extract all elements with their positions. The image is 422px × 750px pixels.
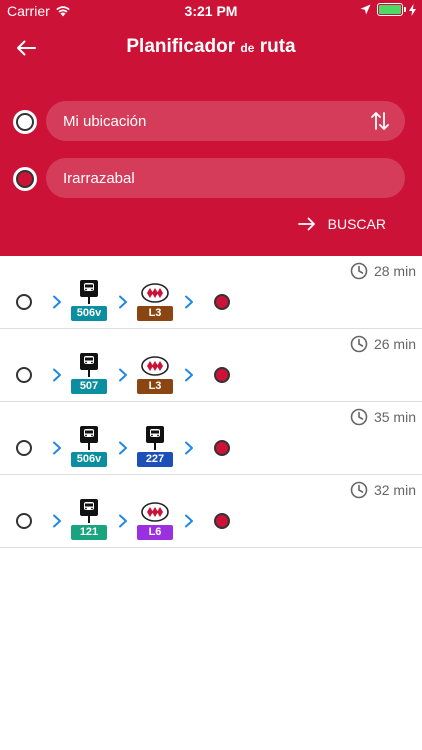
battery-icon [377, 3, 406, 16]
route-leg-bus: 227 [137, 426, 173, 468]
status-time: 3:21 PM [184, 3, 238, 19]
swap-icon[interactable] [369, 110, 391, 132]
route-row[interactable]: 32 min 121 L6 [0, 475, 422, 548]
route-leg-bus: 506v [71, 280, 107, 322]
search-button-label: BUSCAR [327, 216, 386, 232]
bus-icon [80, 280, 98, 304]
bus-icon [146, 426, 164, 450]
line-badge: L6 [137, 525, 173, 540]
route-destination-dot [214, 294, 230, 310]
title-part-1: Planificador [126, 36, 236, 57]
line-badge: L3 [137, 306, 173, 321]
route-leg-metro: L3 [137, 280, 173, 322]
clock-icon [350, 408, 368, 426]
location-arrow-icon [360, 4, 371, 15]
chevron-right-icon [119, 514, 127, 528]
route-origin-dot [16, 513, 32, 529]
title-part-3: ruta [259, 36, 296, 57]
route-leg-bus: 507 [71, 353, 107, 395]
chevron-right-icon [53, 295, 61, 309]
route-row[interactable]: 35 min 506v 227 [0, 402, 422, 475]
origin-input[interactable]: Mi ubicación [46, 101, 405, 141]
line-badge: 506v [71, 306, 107, 321]
route-leg-bus: 121 [71, 499, 107, 541]
route-leg-metro: L6 [137, 499, 173, 541]
duration-label: 35 min [373, 409, 416, 425]
metro-icon [141, 502, 169, 522]
duration-label: 26 min [373, 336, 416, 352]
route-results-list: 28 min 506v L3 26 min 507 L3 35 min 506v 227 32 m… [0, 256, 422, 548]
metro-icon [141, 283, 169, 303]
page-title: Planificador de ruta [0, 36, 422, 58]
route-duration: 35 min [350, 408, 416, 426]
route-origin-dot [16, 440, 32, 456]
chevron-right-icon [119, 295, 127, 309]
chevron-right-icon [119, 441, 127, 455]
route-row[interactable]: 26 min 507 L3 [0, 329, 422, 402]
route-destination-dot [214, 367, 230, 383]
chevron-right-icon [185, 514, 193, 528]
route-duration: 28 min [350, 262, 416, 280]
title-part-2: de [240, 41, 255, 55]
bus-icon [80, 426, 98, 450]
route-leg-bus: 506v [71, 426, 107, 468]
chevron-right-icon [53, 368, 61, 382]
clock-icon [350, 262, 368, 280]
clock-icon [350, 335, 368, 353]
bus-icon [80, 353, 98, 377]
origin-value: Mi ubicación [63, 112, 147, 130]
header: Carrier 3:21 PM Planificador de ruta Mi … [0, 0, 422, 256]
status-indicators [360, 3, 416, 16]
route-destination-dot [214, 440, 230, 456]
chevron-right-icon [53, 441, 61, 455]
status-bar: Carrier 3:21 PM [0, 0, 422, 22]
chevron-right-icon [185, 368, 193, 382]
bus-icon [80, 499, 98, 523]
duration-label: 32 min [373, 482, 416, 498]
route-duration: 26 min [350, 335, 416, 353]
route-origin-dot [16, 367, 32, 383]
metro-icon [141, 356, 169, 376]
origin-marker [13, 110, 37, 134]
route-row[interactable]: 28 min 506v L3 [0, 256, 422, 329]
route-origin-dot [16, 294, 32, 310]
line-badge: 506v [71, 452, 107, 467]
duration-label: 28 min [373, 263, 416, 279]
line-badge: 507 [71, 379, 107, 394]
chevron-right-icon [185, 295, 193, 309]
route-destination-dot [214, 513, 230, 529]
destination-marker [13, 167, 37, 191]
clock-icon [350, 481, 368, 499]
destination-input[interactable]: Irarrazabal [46, 158, 405, 198]
charging-bolt-icon [409, 3, 416, 16]
line-badge: 121 [71, 525, 107, 540]
search-button[interactable]: BUSCAR [297, 216, 386, 232]
destination-value: Irarrazabal [63, 169, 135, 187]
chevron-right-icon [185, 441, 193, 455]
line-badge: L3 [137, 379, 173, 394]
arrow-right-icon [297, 217, 315, 231]
chevron-right-icon [119, 368, 127, 382]
chevron-right-icon [53, 514, 61, 528]
line-badge: 227 [137, 452, 173, 467]
route-duration: 32 min [350, 481, 416, 499]
route-leg-metro: L3 [137, 353, 173, 395]
